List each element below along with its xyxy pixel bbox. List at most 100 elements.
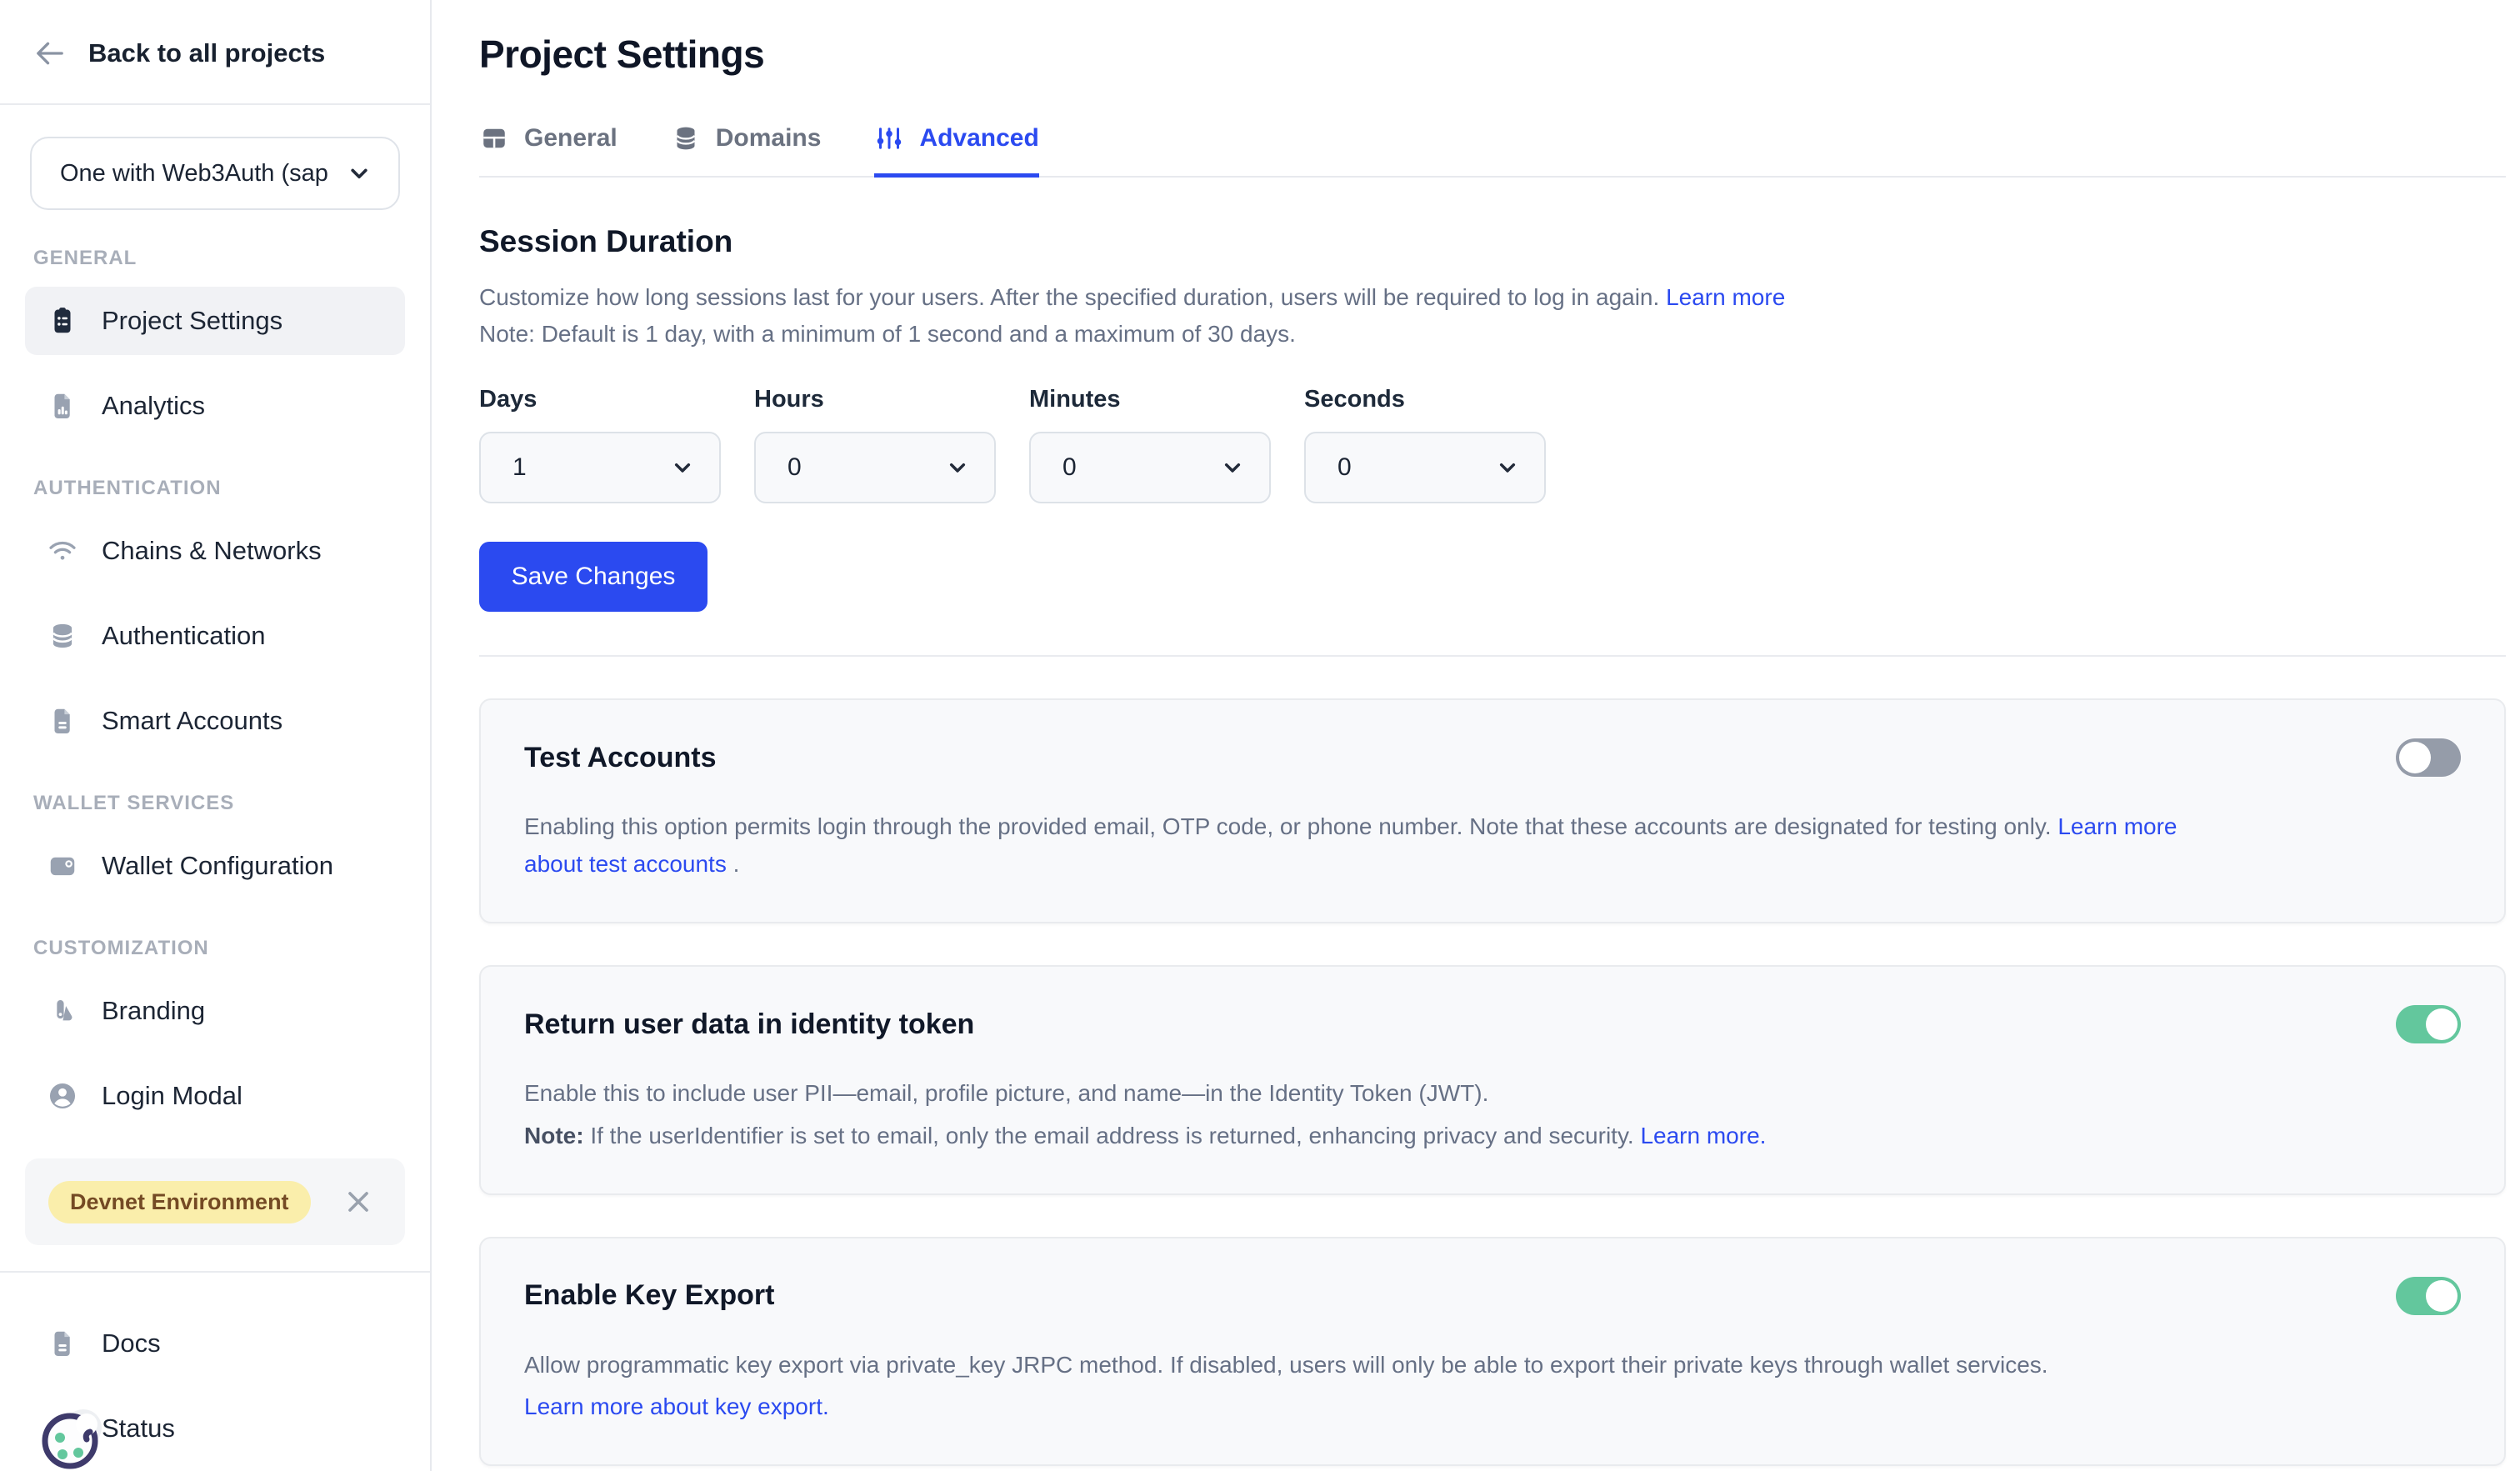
- back-to-projects-link[interactable]: Back to all projects: [0, 0, 430, 70]
- sidebar-item-label: Status: [102, 1413, 175, 1443]
- section-label-authentication: AUTHENTICATION: [33, 477, 405, 500]
- app-root: Back to all projects One with Web3Auth (…: [0, 0, 2520, 1471]
- chevron-down-icon: [944, 454, 971, 481]
- tab-general[interactable]: General: [479, 123, 618, 178]
- seconds-select[interactable]: 0: [1304, 432, 1546, 503]
- content-divider: [479, 655, 2506, 657]
- minutes-field: Minutes 0: [1029, 386, 1271, 503]
- test-accounts-card: Test Accounts Enabling this option permi…: [479, 698, 2506, 923]
- hours-value: 0: [788, 453, 802, 482]
- sidebar-item-label: Chains & Networks: [102, 536, 322, 566]
- sidebar-divider: [0, 103, 430, 105]
- seconds-label: Seconds: [1304, 386, 1546, 413]
- learn-more-link[interactable]: Learn more: [1666, 284, 1785, 310]
- page-title: Project Settings: [479, 32, 2506, 77]
- user-circle-icon: [47, 1080, 78, 1112]
- hours-field: Hours 0: [754, 386, 996, 503]
- sidebar-item-smart-accounts[interactable]: Smart Accounts: [25, 687, 405, 755]
- swatch-icon: [47, 995, 78, 1027]
- days-label: Days: [479, 386, 721, 413]
- card-text: Enable this to include user PII—email, p…: [524, 1080, 1488, 1106]
- database-icon: [47, 620, 78, 652]
- tab-bar: General Domains Advanced: [479, 123, 2506, 178]
- sidebar-item-wallet-configuration[interactable]: Wallet Configuration: [25, 832, 405, 900]
- environment-panel: Devnet Environment: [25, 1158, 405, 1245]
- session-duration-section: Session Duration Customize how long sess…: [479, 224, 2506, 657]
- tab-label: Domains: [716, 124, 822, 153]
- file-icon: [47, 705, 78, 737]
- main-content: Project Settings General Domains Advance…: [432, 0, 2520, 1471]
- sidebar-item-status[interactable]: Status: [25, 1394, 405, 1463]
- sidebar-item-label: Branding: [102, 996, 205, 1026]
- chevron-down-icon: [1494, 454, 1521, 481]
- chevron-down-icon: [669, 454, 696, 481]
- days-select[interactable]: 1: [479, 432, 721, 503]
- identity-token-toggle[interactable]: [2396, 1005, 2461, 1043]
- toggle-knob: [2399, 742, 2431, 773]
- description-text: Customize how long sessions last for you…: [479, 284, 1659, 310]
- sidebar-item-label: Wallet Configuration: [102, 851, 333, 881]
- tab-advanced[interactable]: Advanced: [874, 123, 1038, 178]
- test-accounts-toggle[interactable]: [2396, 738, 2461, 777]
- sidebar-item-label: Authentication: [102, 621, 265, 651]
- cookie-icon[interactable]: [35, 1399, 112, 1471]
- project-selector-value: One with Web3Auth (sap: [60, 160, 328, 188]
- hours-select[interactable]: 0: [754, 432, 996, 503]
- save-changes-button[interactable]: Save Changes: [479, 542, 708, 612]
- card-text-suffix: .: [733, 851, 740, 877]
- environment-badge: Devnet Environment: [48, 1181, 311, 1223]
- tab-label: General: [524, 124, 618, 153]
- sidebar: Back to all projects One with Web3Auth (…: [0, 0, 432, 1471]
- wallet-icon: [47, 850, 78, 882]
- sidebar-item-docs[interactable]: Docs: [25, 1309, 405, 1378]
- sidebar-item-analytics[interactable]: Analytics: [25, 372, 405, 440]
- section-title: Session Duration: [479, 224, 2506, 259]
- sidebar-item-branding[interactable]: Branding: [25, 977, 405, 1045]
- project-selector[interactable]: One with Web3Auth (sap: [30, 137, 400, 210]
- toggle-knob: [2426, 1008, 2458, 1040]
- sidebar-item-chains-networks[interactable]: Chains & Networks: [25, 517, 405, 585]
- sidebar-item-label: Login Modal: [102, 1081, 242, 1111]
- seconds-field: Seconds 0: [1304, 386, 1546, 503]
- card-text: Allow programmatic key export via privat…: [524, 1352, 2048, 1378]
- sliders-icon: [874, 123, 904, 153]
- sidebar-spacer: [0, 1245, 430, 1271]
- card-title: Return user data in identity token: [524, 1008, 974, 1041]
- sidebar-nav: GENERAL Project Settings Analytics AUTHE…: [0, 210, 430, 1130]
- identity-token-card: Return user data in identity token Enabl…: [479, 965, 2506, 1195]
- hours-label: Hours: [754, 386, 996, 413]
- seconds-value: 0: [1338, 453, 1352, 482]
- minutes-select[interactable]: 0: [1029, 432, 1271, 503]
- table-icon: [479, 123, 509, 153]
- analytics-file-icon: [47, 390, 78, 422]
- sidebar-item-authentication[interactable]: Authentication: [25, 602, 405, 670]
- section-label-customization: CUSTOMIZATION: [33, 937, 405, 960]
- wifi-icon: [47, 535, 78, 567]
- card-body: Enabling this option permits login throu…: [524, 808, 2191, 883]
- file-icon: [47, 1328, 78, 1359]
- status-icon-wrap: [47, 1413, 78, 1444]
- duration-fields: Days 1 Hours 0 Minutes 0: [479, 386, 2506, 503]
- section-label-wallet-services: WALLET SERVICES: [33, 792, 405, 815]
- close-icon[interactable]: [342, 1185, 375, 1218]
- sidebar-item-label: Analytics: [102, 391, 205, 421]
- chevron-down-icon: [1219, 454, 1246, 481]
- clipboard-icon: [47, 305, 78, 337]
- database-icon: [671, 123, 701, 153]
- tab-domains[interactable]: Domains: [671, 123, 822, 178]
- card-body: Allow programmatic key export via privat…: [524, 1347, 2191, 1427]
- key-export-learn-more-link[interactable]: Learn more about key export.: [524, 1393, 829, 1419]
- days-value: 1: [512, 453, 527, 482]
- back-label: Back to all projects: [88, 38, 325, 68]
- minutes-value: 0: [1062, 453, 1077, 482]
- key-export-card: Enable Key Export Allow programmatic key…: [479, 1237, 2506, 1467]
- sidebar-item-label: Project Settings: [102, 306, 282, 336]
- key-export-toggle[interactable]: [2396, 1277, 2461, 1315]
- sidebar-item-login-modal[interactable]: Login Modal: [25, 1062, 405, 1130]
- card-title: Test Accounts: [524, 742, 716, 774]
- section-label-general: GENERAL: [33, 247, 405, 270]
- sidebar-item-project-settings[interactable]: Project Settings: [25, 287, 405, 355]
- note-text: If the userIdentifier is set to email, o…: [590, 1123, 1633, 1148]
- identity-token-learn-more-link[interactable]: Learn more.: [1640, 1123, 1766, 1148]
- tab-label: Advanced: [919, 124, 1038, 153]
